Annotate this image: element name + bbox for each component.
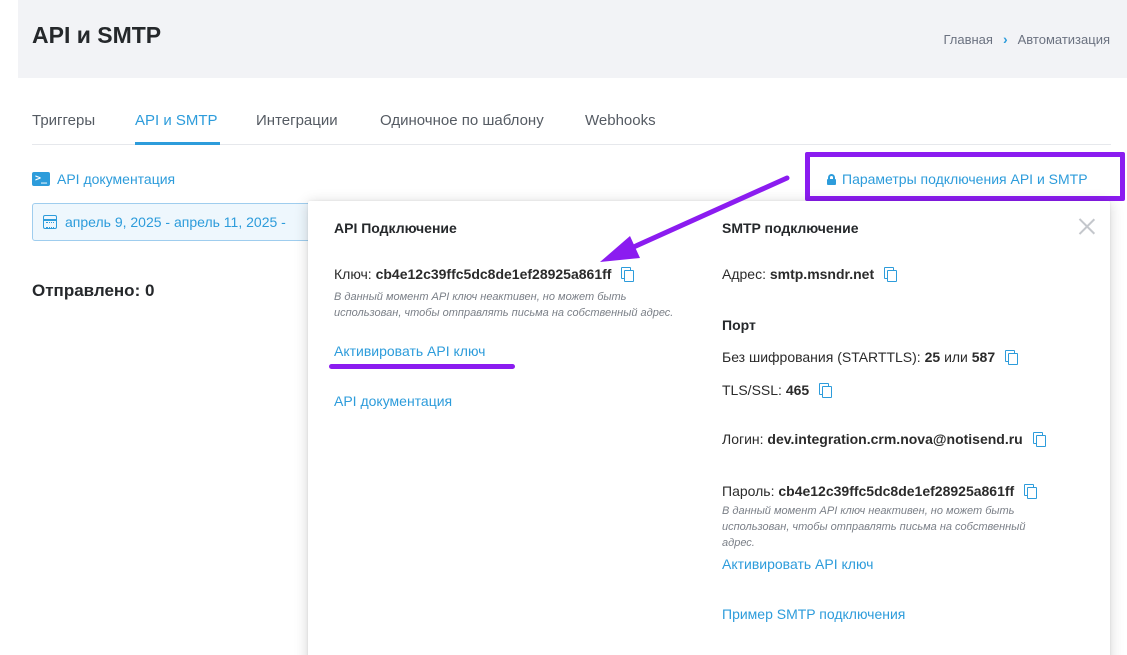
api-key-value: cb4e12c39ffc5dc8de1ef28925a861ff xyxy=(375,266,612,282)
tls-port-label: TLS/SSL: xyxy=(722,382,782,398)
login-label: Логин: xyxy=(722,431,764,447)
tab-api-smtp[interactable]: API и SMTP xyxy=(135,112,218,129)
connection-params-popup: API Подключение Ключ: cb4e12c39ffc5dc8de… xyxy=(308,201,1110,655)
tls-port-value: 465 xyxy=(785,382,810,398)
api-docs-link-label: API документация xyxy=(57,171,176,187)
api-key-label: Ключ: xyxy=(334,266,372,282)
calendar-icon xyxy=(43,215,57,229)
smtp-section-title: SMTP подключение xyxy=(722,220,859,236)
activate-api-key-link[interactable]: Активировать API ключ xyxy=(334,343,485,359)
page: API и SMTP Главная › Автоматизация Тригг… xyxy=(0,0,1127,655)
smtp-address-value: smtp.msndr.net xyxy=(769,266,875,282)
page-header: API и SMTP Главная › Автоматизация xyxy=(18,0,1127,78)
login-row: Логин: dev.integration.crm.nova@notisend… xyxy=(722,431,1046,447)
activate-api-key-smtp-link[interactable]: Активировать API ключ xyxy=(722,556,873,572)
breadcrumb-home[interactable]: Главная xyxy=(943,32,992,47)
copy-icon[interactable] xyxy=(1005,350,1019,365)
terminal-icon: >_ xyxy=(32,172,50,186)
tls-port-row: TLS/SSL: 465 xyxy=(722,382,833,398)
password-label: Пароль: xyxy=(722,483,775,499)
plain-port-row: Без шифрования (STARTTLS): 25 или 587 xyxy=(722,349,1019,365)
tab-triggers[interactable]: Триггеры xyxy=(32,112,95,129)
api-key-row: Ключ: cb4e12c39ffc5dc8de1ef28925a861ff xyxy=(334,266,635,282)
active-tab-indicator xyxy=(135,142,220,145)
api-docs-link[interactable]: >_ API документация xyxy=(32,171,175,187)
connection-params-link[interactable]: Параметры подключения API и SMTP xyxy=(827,171,1088,187)
plain-port-or: или xyxy=(944,349,968,365)
plain-port-label: Без шифрования (STARTTLS): xyxy=(722,349,921,365)
copy-icon[interactable] xyxy=(819,383,833,398)
copy-icon[interactable] xyxy=(621,267,635,282)
api-key-inactive-note: В данный момент API ключ неактивен, но м… xyxy=(334,291,674,319)
copy-icon[interactable] xyxy=(1024,484,1038,499)
smtp-address-label: Адрес: xyxy=(722,266,766,282)
smtp-key-inactive-note: В данный момент API ключ неактивен, но м… xyxy=(722,505,1026,549)
copy-icon[interactable] xyxy=(884,267,898,282)
close-icon[interactable] xyxy=(1078,217,1096,235)
copy-icon[interactable] xyxy=(1032,432,1046,447)
plain-port-2: 587 xyxy=(971,349,996,365)
login-value: dev.integration.crm.nova@notisend.ru xyxy=(767,431,1023,447)
tab-integrations[interactable]: Интеграции xyxy=(256,112,338,129)
api-section-title: API Подключение xyxy=(334,220,457,236)
connection-params-link-label: Параметры подключения API и SMTP xyxy=(842,171,1088,187)
password-row: Пароль: cb4e12c39ffc5dc8de1ef28925a861ff xyxy=(722,483,1038,499)
breadcrumb-current: Автоматизация xyxy=(1017,31,1110,47)
port-title: Порт xyxy=(722,317,756,333)
date-range-value: апрель 9, 2025 - апрель 11, 2025 - xyxy=(65,214,286,230)
tab-single-template[interactable]: Одиночное по шаблону xyxy=(380,112,544,129)
smtp-address-row: Адрес: smtp.msndr.net xyxy=(722,266,898,282)
sent-count: Отправлено: 0 xyxy=(32,281,155,300)
page-title: API и SMTP xyxy=(32,22,162,48)
lock-icon xyxy=(827,173,836,185)
date-range-picker[interactable]: апрель 9, 2025 - апрель 11, 2025 - xyxy=(32,203,322,241)
tab-bar: Триггеры API и SMTP Интеграции Одиночное… xyxy=(32,104,1111,145)
smtp-example-link[interactable]: Пример SMTP подключения xyxy=(722,606,905,622)
annotation-underline xyxy=(329,364,515,369)
breadcrumb-separator-icon: › xyxy=(1002,31,1008,47)
tab-webhooks[interactable]: Webhooks xyxy=(585,112,656,129)
plain-port-1: 25 xyxy=(924,349,941,365)
password-value: cb4e12c39ffc5dc8de1ef28925a861ff xyxy=(778,483,1015,499)
breadcrumb: Главная › Автоматизация xyxy=(943,31,1110,47)
api-docs-popup-link[interactable]: API документация xyxy=(334,393,452,409)
